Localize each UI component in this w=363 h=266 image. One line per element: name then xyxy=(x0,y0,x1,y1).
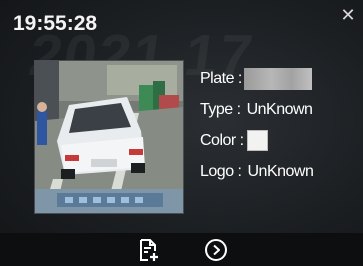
capture-timestamp: 19:55:28 xyxy=(13,12,98,35)
vehicle-snapshot-image xyxy=(34,60,184,214)
plate-value-redacted xyxy=(243,67,312,90)
export-button[interactable] xyxy=(136,238,160,262)
type-label: Type : xyxy=(200,101,241,118)
plate-label: Plate : xyxy=(200,70,242,87)
logo-label: Logo : xyxy=(200,163,242,180)
type-row: Type : UnKnown xyxy=(200,94,313,125)
plate-row: Plate : xyxy=(200,63,313,94)
export-icon xyxy=(139,238,158,261)
play-button[interactable] xyxy=(204,238,228,262)
type-value: UnKnown xyxy=(246,101,313,118)
popup-toolbar xyxy=(0,233,363,266)
color-row: Color : xyxy=(200,125,313,156)
close-button[interactable]: ✕ xyxy=(339,6,357,24)
snapshot-illustration xyxy=(35,61,183,213)
logo-row: Logo : UnKnown xyxy=(200,156,314,187)
vehicle-details: Plate : Type : UnKnown Color : Logo : Un… xyxy=(200,63,314,187)
color-swatch xyxy=(246,130,268,151)
logo-value: UnKnown xyxy=(247,163,314,180)
vehicle-snapshot-popup: 2021 17 19:55:28 ✕ Plate: Type: UnKnow… xyxy=(0,0,363,266)
play-icon xyxy=(204,238,227,261)
color-label: Color : xyxy=(200,132,244,149)
